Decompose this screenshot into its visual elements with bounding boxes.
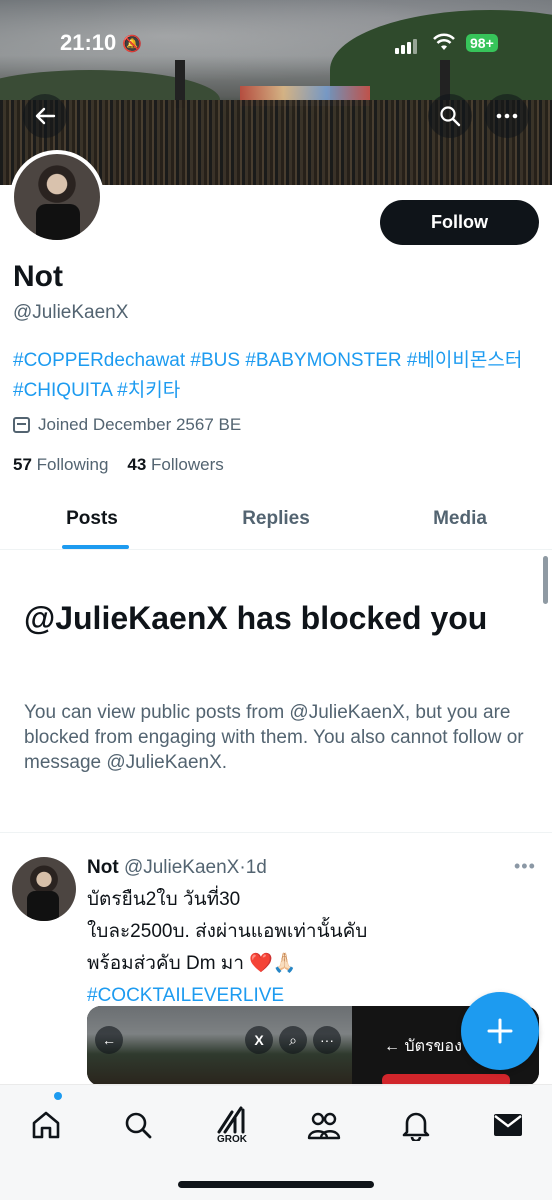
home-notification-dot (54, 1092, 62, 1100)
tab-media-label: Media (433, 508, 487, 529)
followers-label: Followers (151, 455, 224, 474)
post-more-icon[interactable]: ••• (514, 856, 536, 877)
tab-posts[interactable]: Posts (0, 490, 184, 549)
media-caption: ← บัตรของ (384, 1038, 462, 1055)
battery-indicator: 98+ (466, 34, 498, 52)
post-author-name[interactable]: Not (87, 857, 119, 878)
messages-envelope-icon[interactable] (482, 1099, 534, 1151)
post-line: บัตรยืน2ใบ วันที่30 (87, 889, 241, 910)
back-arrow-icon[interactable] (23, 94, 67, 138)
post-text[interactable]: บัตรยืน2ใบ วันที่30 ใบละ2500บ. ส่งผ่านแอ… (87, 884, 487, 1012)
media-caption-text: บัตรของ (404, 1038, 462, 1055)
following-link[interactable]: 57 Following (13, 455, 108, 474)
profile-tabs: Posts Replies Media (0, 490, 552, 550)
profile-avatar[interactable] (10, 150, 104, 244)
notifications-bell-icon[interactable] (390, 1099, 442, 1151)
status-time: 21:10 (60, 30, 117, 55)
scrollbar[interactable] (543, 556, 548, 604)
status-bar: 21:10 🔕 98+ (0, 30, 552, 60)
grok-icon[interactable]: GROK (206, 1099, 258, 1151)
grok-icon: X (245, 1026, 273, 1054)
home-indicator[interactable] (178, 1181, 374, 1188)
tab-posts-label: Posts (66, 508, 118, 529)
search-icon[interactable] (428, 94, 472, 138)
grok-label: GROK (217, 1133, 247, 1145)
tab-replies[interactable]: Replies (184, 490, 368, 549)
avatar-shirt (36, 204, 80, 240)
tab-replies-label: Replies (242, 508, 310, 529)
wifi-icon (432, 32, 456, 57)
joined-date-text: Joined December 2567 BE (38, 415, 242, 434)
cellular-signal-icon (395, 36, 419, 54)
post-time[interactable]: 1d (246, 857, 267, 878)
display-name: Not (13, 260, 63, 293)
active-tab-indicator (62, 545, 129, 549)
joined-date: Joined December 2567 BE (13, 415, 241, 435)
silent-bell-icon: 🔕 (122, 36, 142, 53)
post-header: Not @JulieKaenX·1d (87, 857, 267, 879)
follow-button[interactable]: Follow (380, 200, 539, 245)
post-avatar[interactable] (12, 857, 76, 921)
back-arrow-icon: ← (95, 1026, 123, 1054)
post-line: พร้อมส่วคับ Dm มา ❤️🙏🏻 (87, 953, 297, 974)
search-icon: ⌕ (279, 1026, 307, 1054)
profile-bio[interactable]: #COPPERdechawat #BUS #BABYMONSTER #베이비몬스… (13, 346, 538, 406)
post-author-handle[interactable]: @JulieKaenX (124, 857, 239, 878)
blocked-title: @JulieKaenX has blocked you (24, 600, 488, 636)
follow-stats: 57 Following 43 Followers (13, 455, 224, 475)
tab-media[interactable]: Media (368, 490, 552, 549)
compose-post-button[interactable] (461, 992, 539, 1070)
search-icon[interactable] (112, 1099, 164, 1151)
section-divider (0, 832, 552, 833)
more-options-icon: ··· (313, 1026, 341, 1054)
calendar-icon (13, 417, 30, 433)
profile-handle: @JulieKaenX (13, 302, 129, 323)
blocked-message: You can view public posts from @JulieKae… (24, 702, 524, 773)
media-image-left (87, 1006, 352, 1086)
followers-count: 43 (127, 455, 147, 474)
communities-icon[interactable] (298, 1099, 350, 1151)
avatar-shirt (27, 891, 59, 921)
followers-link[interactable]: 43 Followers (127, 455, 223, 474)
following-count: 57 (13, 455, 32, 474)
more-options-icon[interactable] (485, 94, 529, 138)
post-line: ใบละ2500บ. ส่งผ่านแอพเท่านั้นคับ (87, 921, 368, 942)
home-icon[interactable] (20, 1099, 72, 1151)
following-label: Following (36, 455, 109, 474)
